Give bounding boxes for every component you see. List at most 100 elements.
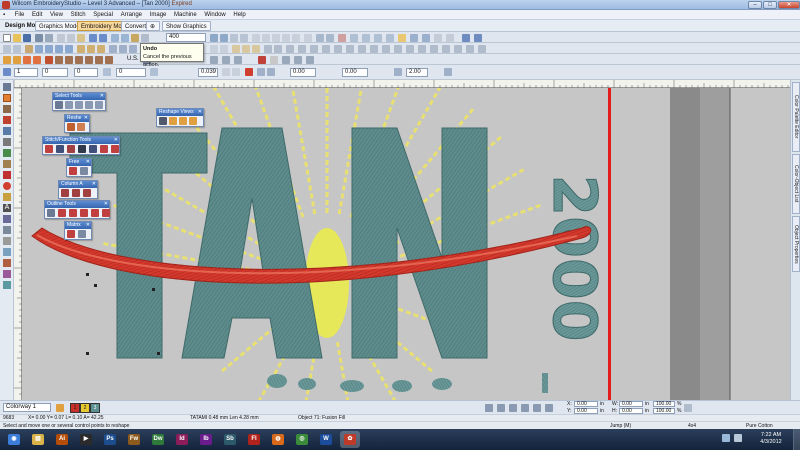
color-palette-editor-tab[interactable]: Color Palette Editor <box>792 82 800 152</box>
width-field[interactable]: 0 <box>42 68 68 77</box>
w-field[interactable]: 0.00 <box>619 401 643 407</box>
select-arrow-icon[interactable] <box>3 83 11 91</box>
closed-shape-icon[interactable] <box>3 160 11 168</box>
undo-icon[interactable] <box>89 33 97 42</box>
outline-run-icon[interactable] <box>47 209 55 217</box>
colorway-select[interactable]: Colorway 1 <box>3 403 51 412</box>
fabric-icon[interactable] <box>23 55 31 64</box>
open-file-icon[interactable] <box>13 33 21 42</box>
view-entry-exit-icon[interactable] <box>179 117 187 125</box>
star-tool-icon[interactable] <box>3 193 11 201</box>
digitize-icon[interactable] <box>45 55 53 64</box>
volume-icon[interactable] <box>734 434 742 442</box>
pull-comp-icon[interactable] <box>274 44 282 53</box>
outline-blanket-icon[interactable] <box>102 209 110 217</box>
reference-tool-icon[interactable] <box>3 237 11 245</box>
knife-icon[interactable] <box>3 138 11 146</box>
line-type-icon[interactable] <box>267 68 275 76</box>
sequence-icon[interactable] <box>410 33 418 42</box>
stitch-player-icon[interactable] <box>222 55 230 64</box>
corner-icon[interactable] <box>394 68 402 76</box>
menu-machine[interactable]: Machine <box>171 10 200 20</box>
lettering-tool-icon[interactable]: A <box>3 204 11 212</box>
stemstitch-icon[interactable] <box>85 55 93 64</box>
menu-view[interactable]: View <box>47 10 66 20</box>
travel-next-icon[interactable] <box>55 44 63 53</box>
app-icon[interactable] <box>2 1 10 9</box>
outline-icon[interactable] <box>220 44 228 53</box>
skew-icon[interactable] <box>374 33 382 42</box>
menu-edit[interactable]: Edit <box>29 10 45 20</box>
trapunto-icon[interactable] <box>346 44 354 53</box>
ungroup-icon[interactable] <box>326 33 334 42</box>
close-icon[interactable]: ✕ <box>86 222 90 229</box>
motif-icon[interactable] <box>252 44 260 53</box>
select-tools-window[interactable]: Select Tools ✕ <box>52 92 106 111</box>
artwork-icon[interactable] <box>3 171 11 179</box>
branch-tool-icon[interactable] <box>3 281 11 289</box>
deselect-icon[interactable] <box>95 101 103 109</box>
polygon-select-icon[interactable] <box>65 101 73 109</box>
outline-triple-icon[interactable] <box>69 209 77 217</box>
radius-field[interactable]: 2.00 <box>406 68 428 77</box>
cut-icon[interactable] <box>57 33 65 42</box>
letter-n[interactable] <box>351 127 488 359</box>
units-label[interactable]: U.S. <box>127 55 139 64</box>
shape-type-icon[interactable] <box>257 68 265 76</box>
applique-tool-icon[interactable] <box>3 226 11 234</box>
stipple-icon[interactable] <box>358 44 366 53</box>
travel-last-icon[interactable] <box>65 44 73 53</box>
rotate-icon[interactable] <box>362 33 370 42</box>
menu-image[interactable]: Image <box>147 10 170 20</box>
copy-icon[interactable] <box>67 33 75 42</box>
chenille-icon[interactable] <box>454 44 462 53</box>
monogram-tool-icon[interactable] <box>3 215 11 223</box>
close-icon[interactable]: ✕ <box>84 115 88 122</box>
free-stitch-icon[interactable] <box>69 167 77 175</box>
transform-icon-2[interactable] <box>497 404 505 412</box>
tie-in-icon[interactable] <box>67 145 75 153</box>
sequin-icon[interactable] <box>430 44 438 53</box>
stitch-icon[interactable] <box>77 44 85 53</box>
transform-icon-3[interactable] <box>509 404 517 412</box>
select-icon[interactable] <box>55 101 63 109</box>
satin-icon[interactable] <box>232 44 240 53</box>
column-a-window[interactable]: Column A ✕ <box>58 180 98 199</box>
transform-icon-5[interactable] <box>533 404 541 412</box>
view-centerline-icon[interactable] <box>189 117 197 125</box>
reference-icon[interactable] <box>270 55 278 64</box>
measure-tool-icon[interactable] <box>3 248 11 256</box>
property-icon[interactable] <box>3 68 11 76</box>
swatch-3[interactable]: 3 <box>90 403 100 413</box>
lasso-icon[interactable] <box>75 101 83 109</box>
color-change-icon[interactable] <box>100 145 108 153</box>
swatch-2[interactable]: 2 <box>80 403 90 413</box>
options-icon[interactable] <box>434 33 442 42</box>
outline-satin-icon[interactable] <box>58 209 66 217</box>
cutwork-icon[interactable] <box>406 44 414 53</box>
color-icon[interactable] <box>3 55 11 64</box>
fill-icon[interactable] <box>210 44 218 53</box>
tatami-icon[interactable] <box>242 44 250 53</box>
menu-stitch[interactable]: Stitch <box>68 10 89 20</box>
align-bottom-icon[interactable] <box>292 33 300 42</box>
distribute-icon[interactable] <box>304 33 312 42</box>
effects-tool-icon[interactable] <box>3 270 11 278</box>
soundbooth-app[interactable]: Sb <box>220 431 240 448</box>
close-button[interactable]: ✕ <box>778 1 800 9</box>
sequin-tool-icon[interactable] <box>3 259 11 267</box>
outline-stem-icon[interactable] <box>91 209 99 217</box>
menu-file[interactable]: File <box>12 10 28 20</box>
show-graphics-button[interactable]: Show Graphics <box>162 21 211 31</box>
angle-icon[interactable] <box>298 44 306 53</box>
reshape-tool-icon[interactable] <box>67 123 75 131</box>
outline-back-icon[interactable] <box>80 209 88 217</box>
print-icon[interactable] <box>35 33 43 42</box>
align-right-icon[interactable] <box>272 33 280 42</box>
tile-icon[interactable] <box>474 33 482 42</box>
fill-type-icon[interactable] <box>222 68 230 76</box>
trim-tool-icon[interactable] <box>78 145 86 153</box>
column-b-icon[interactable] <box>72 189 80 197</box>
palette-icon[interactable] <box>13 55 21 64</box>
team-names-icon[interactable] <box>466 44 474 53</box>
